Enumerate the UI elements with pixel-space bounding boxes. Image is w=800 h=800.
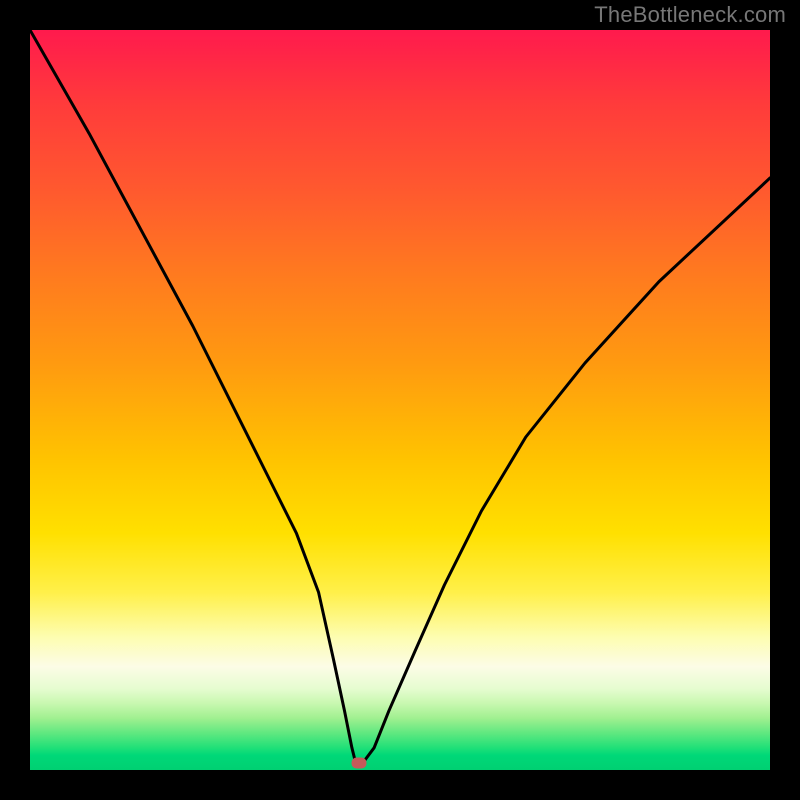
marker-point (352, 757, 367, 768)
plot-area (30, 30, 770, 770)
chart-frame: TheBottleneck.com (0, 0, 800, 800)
bottleneck-curve (30, 30, 770, 763)
curve-svg (30, 30, 770, 770)
watermark-text: TheBottleneck.com (594, 2, 786, 28)
